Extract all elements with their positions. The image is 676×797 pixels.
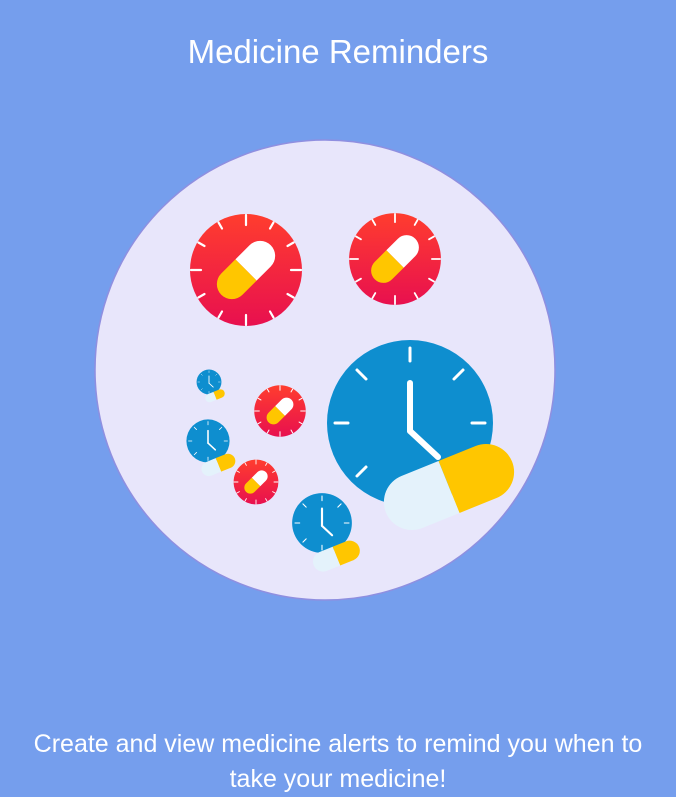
medicine-reminder-illustration [94,139,556,601]
pill-timer-icon [233,459,279,505]
pill-timer-icon [253,384,307,438]
pill-timer-icon [348,212,442,306]
description-text: Create and view medicine alerts to remin… [33,730,643,793]
pill-timer-icon [188,212,304,328]
